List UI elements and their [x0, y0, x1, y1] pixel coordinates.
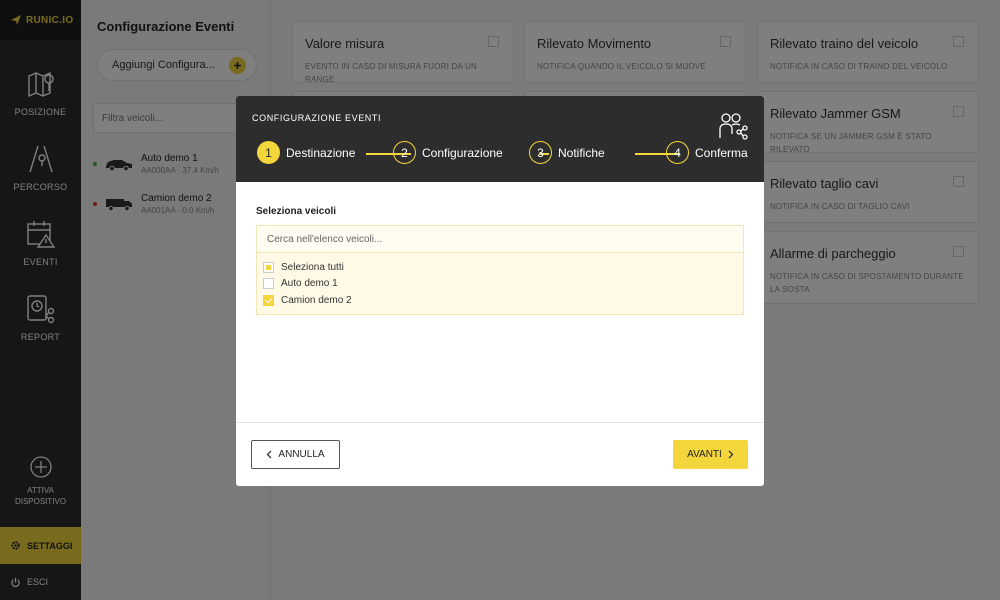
modal-body: Seleziona veicoli Cerca nell'elenco veic…	[236, 182, 764, 422]
step-label: Configurazione	[422, 145, 503, 160]
step-destinazione[interactable]: 1 Destinazione	[257, 141, 355, 164]
step-label: Notifiche	[558, 145, 605, 160]
step-number: 4	[666, 141, 689, 164]
next-label: AVANTI	[687, 449, 722, 460]
step-label: Destinazione	[286, 145, 356, 160]
cancel-button[interactable]: ANNULLA	[251, 440, 340, 469]
step-number: 1	[257, 141, 280, 164]
vehicle-search-input[interactable]: Cerca nell'elenco veicoli...	[256, 225, 744, 253]
config-events-modal: CONFIGURAZIONE EVENTI 1 Destinazione 2 C…	[236, 96, 764, 486]
option-label: Camion demo 2	[281, 294, 352, 306]
checkbox[interactable]	[263, 294, 274, 306]
step-notifiche[interactable]: 3 Notifiche	[529, 141, 605, 164]
option-vehicle[interactable]: Camion demo 2	[257, 292, 743, 309]
step-number: 3	[529, 141, 552, 164]
step-number: 2	[393, 141, 416, 164]
users-share-icon	[719, 113, 748, 140]
step-conferma[interactable]: 4 Conferma	[666, 141, 748, 164]
option-label: Seleziona tutti	[281, 261, 344, 273]
option-vehicle[interactable]: Auto demo 1	[257, 276, 743, 293]
modal-footer: ANNULLA AVANTI	[236, 422, 764, 486]
section-label: Seleziona veicoli	[256, 206, 337, 217]
chevron-left-icon	[267, 450, 272, 459]
option-select-all[interactable]: Seleziona tutti	[257, 259, 743, 276]
step-label: Conferma	[695, 145, 748, 160]
step-configurazione[interactable]: 2 Configurazione	[393, 141, 503, 164]
option-label: Auto demo 1	[281, 278, 338, 290]
next-button[interactable]: AVANTI	[673, 440, 748, 469]
checkbox[interactable]	[263, 278, 274, 290]
chevron-right-icon	[728, 450, 734, 459]
checkbox[interactable]	[263, 261, 274, 273]
modal-header: CONFIGURAZIONE EVENTI 1 Destinazione 2 C…	[236, 96, 764, 182]
cancel-label: ANNULLA	[278, 449, 325, 460]
vehicle-checklist: Seleziona tutti Auto demo 1 Camion demo …	[256, 253, 744, 315]
stepper: 1 Destinazione 2 Configurazione 3 Notifi…	[257, 141, 757, 166]
modal-title: CONFIGURAZIONE EVENTI	[252, 113, 382, 123]
